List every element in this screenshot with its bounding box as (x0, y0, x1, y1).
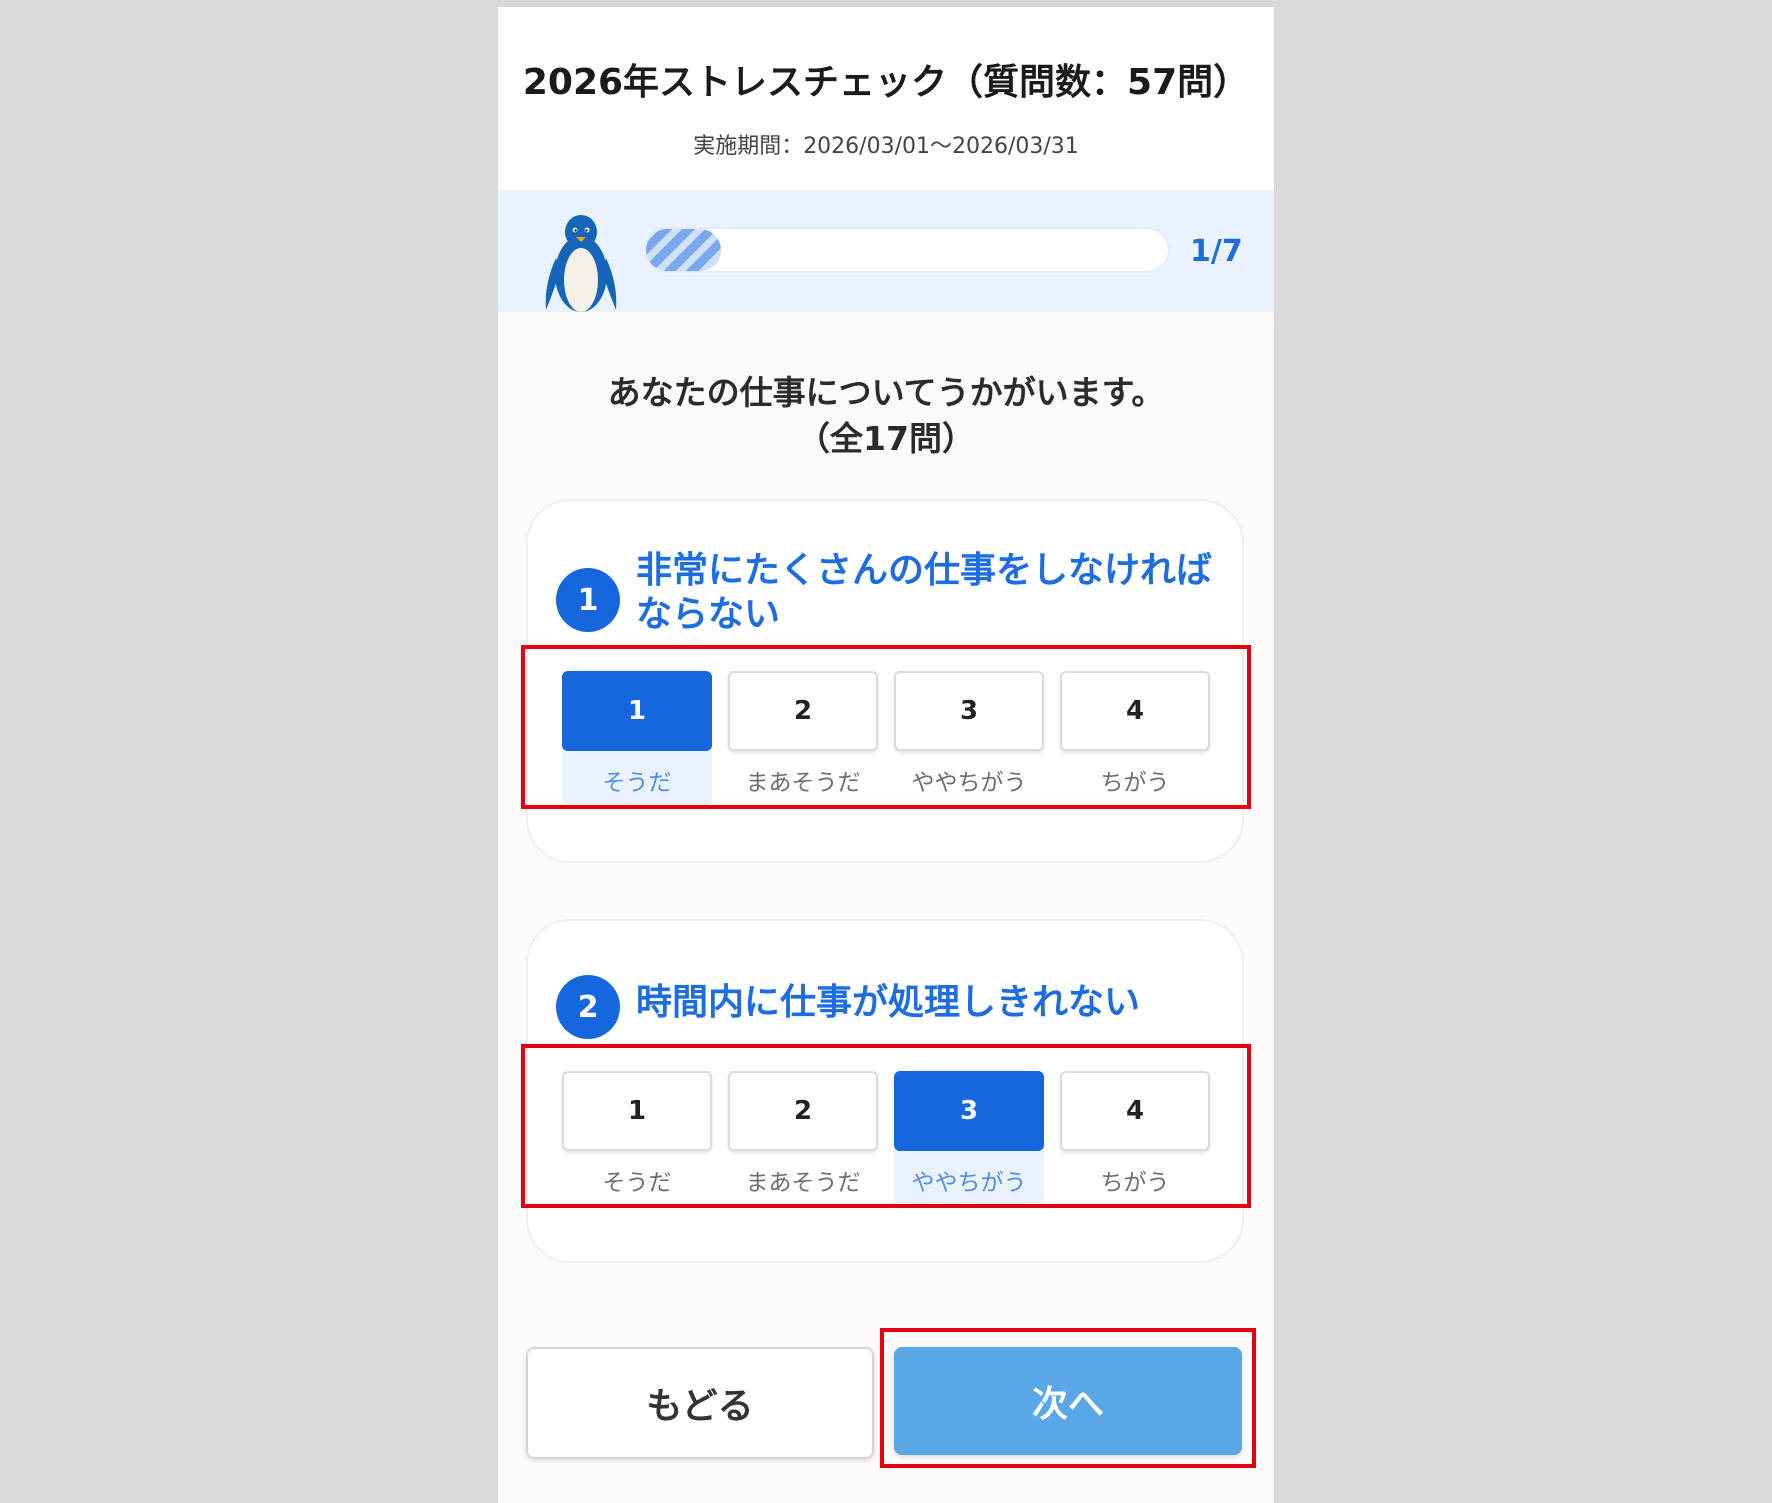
survey-header: 2026年ストレスチェック（質問数：57問） 実施期間：2026/03/01～2… (498, 7, 1274, 190)
progress-bar (644, 227, 1170, 273)
survey-title: 2026年ストレスチェック（質問数：57問） (522, 62, 1250, 103)
answer-choices: 1 そうだ 2 まあそうだ 3 ややちがう 4 ちがう (562, 671, 1210, 811)
question-number-badge: 1 (556, 568, 620, 632)
choice-value[interactable]: 2 (728, 1071, 878, 1151)
question-text: 非常にたくさんの仕事をしなければならない (636, 550, 1213, 635)
section-heading-line1: あなたの仕事についてうかがいます。 (607, 373, 1165, 412)
next-button[interactable]: 次へ (894, 1347, 1242, 1455)
choice-value[interactable]: 3 (894, 1071, 1044, 1151)
penguin-icon (545, 215, 617, 312)
back-button[interactable]: もどる (526, 1347, 874, 1459)
question-card-2: 2 時間内に仕事が処理しきれない 1 そうだ 2 まあそうだ 3 ややちがう 4… (526, 919, 1244, 1263)
survey-period: 実施期間：2026/03/01～2026/03/31 (693, 134, 1079, 159)
choice-value[interactable]: 1 (562, 671, 712, 751)
choice-value[interactable]: 3 (894, 671, 1044, 751)
choice-option[interactable]: 4 ちがう (1060, 1071, 1210, 1205)
progress-count: 1/7 (1190, 234, 1243, 269)
section-heading: あなたの仕事についてうかがいます。 （全17問） (498, 370, 1274, 462)
choice-option[interactable]: 4 ちがう (1060, 671, 1210, 805)
choice-option[interactable]: 3 ややちがう (894, 1071, 1044, 1205)
question-text: 時間内に仕事が処理しきれない (636, 982, 1141, 1023)
choice-label: まあそうだ (745, 1170, 861, 1196)
footer-nav: もどる 次へ (498, 1307, 1274, 1503)
choice-value[interactable]: 2 (728, 671, 878, 751)
answer-choices: 1 そうだ 2 まあそうだ 3 ややちがう 4 ちがう (562, 1071, 1210, 1211)
choice-label: ややちがう (911, 770, 1027, 796)
choice-value[interactable]: 4 (1060, 1071, 1210, 1151)
choice-option[interactable]: 3 ややちがう (894, 671, 1044, 805)
choice-label: そうだ (602, 770, 672, 796)
choice-label: ややちがう (911, 1170, 1027, 1196)
choice-value[interactable]: 1 (562, 1071, 712, 1151)
choice-option[interactable]: 1 そうだ (562, 1071, 712, 1205)
choice-label: まあそうだ (745, 770, 861, 796)
progress-section: 1/7 (498, 190, 1274, 312)
choice-label: そうだ (602, 1170, 672, 1196)
choice-option[interactable]: 2 まあそうだ (728, 1071, 878, 1205)
choice-label: ちがう (1100, 770, 1170, 796)
choice-label: ちがう (1100, 1170, 1170, 1196)
progress-bar-fill (646, 229, 722, 271)
survey-screen: 2026年ストレスチェック（質問数：57問） 実施期間：2026/03/01～2… (498, 7, 1274, 1503)
choice-value[interactable]: 4 (1060, 671, 1210, 751)
choice-option[interactable]: 1 そうだ (562, 671, 712, 805)
choice-option[interactable]: 2 まあそうだ (728, 671, 878, 805)
question-number-badge: 2 (556, 975, 620, 1039)
section-heading-line2: （全17問） (797, 419, 975, 458)
question-card-1: 1 非常にたくさんの仕事をしなければならない 1 そうだ 2 まあそうだ 3 や… (526, 499, 1244, 863)
